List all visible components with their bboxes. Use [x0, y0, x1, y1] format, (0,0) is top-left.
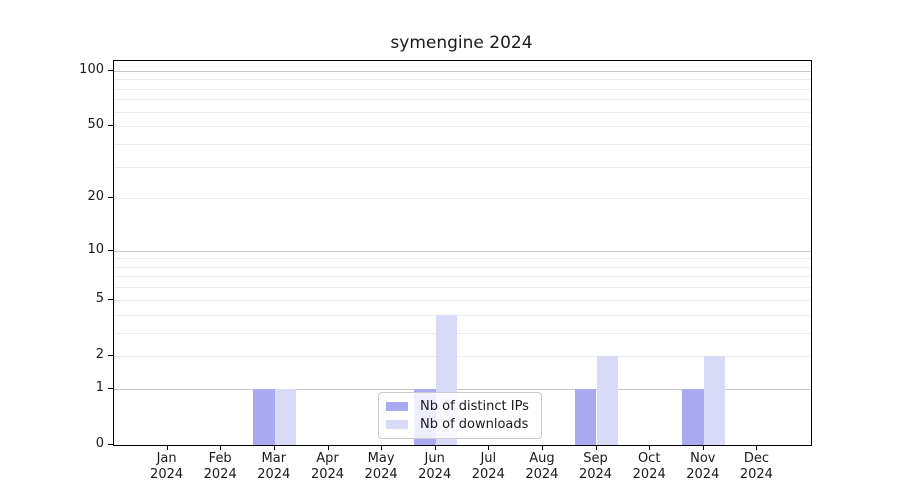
y-tick-mark	[108, 388, 113, 389]
bar-mar-downloads	[275, 389, 296, 445]
x-tick-mark	[756, 445, 757, 450]
y-tick-mark	[108, 250, 113, 251]
legend-item-distinct-ips: Nb of distinct IPs	[386, 398, 533, 415]
x-tick-mark	[167, 445, 168, 450]
plot-area	[113, 60, 812, 446]
y-tick-label: 5	[44, 291, 104, 307]
gridline-major	[114, 71, 811, 72]
y-tick-mark	[108, 70, 113, 71]
y-tick-label: 10	[44, 242, 104, 258]
x-tick-year: 2024	[721, 467, 791, 483]
gridline-minor	[114, 79, 811, 80]
bar-nov-downloads	[704, 356, 725, 445]
y-tick-mark	[108, 444, 113, 445]
x-tick-mark	[381, 445, 382, 450]
bar-mar-distinct-ips	[253, 389, 274, 445]
x-tick-month: Dec	[721, 451, 791, 467]
y-tick-mark	[108, 197, 113, 198]
legend-item-downloads: Nb of downloads	[386, 416, 533, 433]
x-tick-mark	[328, 445, 329, 450]
x-tick-mark	[596, 445, 597, 450]
gridline-major	[114, 251, 811, 252]
x-tick-mark	[649, 445, 650, 450]
y-tick-label: 50	[44, 117, 104, 133]
x-tick-mark	[220, 445, 221, 450]
chart-figure: symengine 2024 0125102050100Jan2024Feb20…	[0, 0, 900, 500]
x-tick-mark	[435, 445, 436, 450]
gridline-minor	[114, 300, 811, 301]
y-tick-mark	[108, 125, 113, 126]
chart-title: symengine 2024	[113, 33, 810, 53]
gridline-minor	[114, 333, 811, 334]
bar-sep-distinct-ips	[575, 389, 596, 445]
y-tick-label: 1	[44, 380, 104, 396]
gridline-minor	[114, 99, 811, 100]
gridline-minor	[114, 276, 811, 277]
gridline-minor	[114, 315, 811, 316]
gridline-minor	[114, 167, 811, 168]
gridline-minor	[114, 144, 811, 145]
y-tick-mark	[108, 355, 113, 356]
gridline-minor	[114, 258, 811, 259]
y-tick-label: 2	[44, 347, 104, 363]
gridline-minor	[114, 287, 811, 288]
bar-sep-downloads	[597, 356, 618, 445]
bar-nov-distinct-ips	[682, 389, 703, 445]
gridline-minor	[114, 126, 811, 127]
y-tick-label: 0	[44, 436, 104, 452]
legend: Nb of distinct IPs Nb of downloads	[378, 392, 542, 439]
gridline-minor	[114, 112, 811, 113]
x-tick-mark	[274, 445, 275, 450]
x-tick-mark	[542, 445, 543, 450]
gridline-minor	[114, 89, 811, 90]
x-tick-mark	[488, 445, 489, 450]
gridline-minor	[114, 267, 811, 268]
y-tick-mark	[108, 299, 113, 300]
x-tick-mark	[703, 445, 704, 450]
legend-label-downloads: Nb of downloads	[420, 417, 528, 432]
legend-label-distinct-ips: Nb of distinct IPs	[420, 399, 529, 414]
legend-swatch-distinct-ips	[386, 402, 408, 411]
y-tick-label: 100	[44, 62, 104, 78]
gridline-minor	[114, 198, 811, 199]
x-tick-label-dec: Dec2024	[721, 451, 791, 483]
y-tick-label: 20	[44, 189, 104, 205]
legend-swatch-downloads	[386, 420, 408, 429]
